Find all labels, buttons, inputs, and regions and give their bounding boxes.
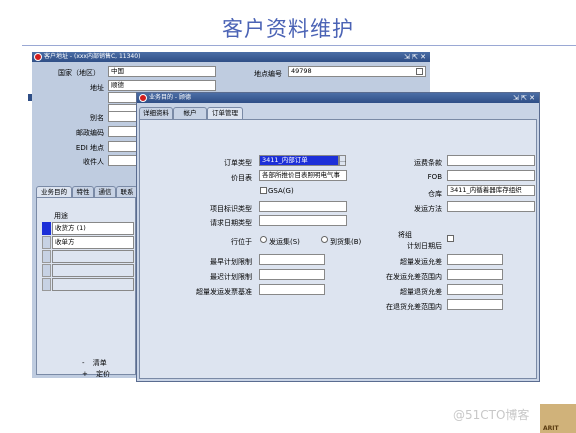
warehouse-field[interactable]: 3411_内循着器库存组织 (447, 185, 535, 196)
title-divider (22, 45, 576, 46)
freight-terms-label: 运费条款 (414, 159, 442, 167)
over-ship-invoice-basis-field[interactable] (259, 284, 325, 295)
usage-field-5[interactable] (52, 278, 134, 291)
tree-node-pricing[interactable]: + 定价 (82, 369, 110, 379)
address-field[interactable]: 顺德 (108, 80, 216, 91)
window-controls-icon[interactable]: ⇲ ⇱ ✕ (513, 93, 535, 103)
over-ship-invoice-basis-label: 超量发运发票基准 (196, 288, 252, 296)
tree-node-list[interactable]: - 清单 (82, 358, 107, 368)
price-list-field[interactable]: 各部所推价目表照明电气事 (259, 170, 347, 181)
after-schedule-date-checkbox[interactable] (447, 235, 454, 242)
latest-schedule-label: 最迟计划限制 (210, 273, 252, 281)
order-type-field[interactable]: 3411_内部订单 (259, 155, 339, 166)
freight-terms-field[interactable] (447, 155, 535, 166)
item-id-type-label: 项目标识类型 (210, 205, 252, 213)
group-label: 将组 (398, 231, 412, 239)
within-return-range-label: 在退货允差范围内 (386, 303, 442, 311)
alias-label: 别名 (90, 114, 104, 122)
over-return-tolerance-field[interactable] (447, 284, 503, 295)
usage-field-ship-to[interactable]: 收货方 (1) (52, 222, 134, 235)
window-titlebar[interactable]: 业务目的 - 顾德 ⇲ ⇱ ✕ (137, 93, 539, 103)
site-number-label: 地点编号 (254, 70, 282, 78)
usage-field-bill-to[interactable]: 收单方 (52, 236, 134, 249)
line-in-label: 行位于 (231, 238, 252, 246)
country-field[interactable]: 中国 (108, 66, 216, 77)
usage-row-selector-4[interactable] (42, 264, 51, 277)
logo-text: ARIT (543, 425, 559, 432)
usage-field-3[interactable] (52, 250, 134, 263)
country-label: 国家（地区） (58, 69, 100, 77)
address-label: 地址 (90, 84, 104, 92)
warehouse-label: 仓库 (428, 190, 442, 198)
edi-field[interactable] (108, 141, 138, 152)
item-id-type-field[interactable] (259, 201, 347, 212)
fob-label: FOB (427, 173, 442, 181)
primary-checkbox[interactable] (416, 68, 423, 75)
arrival-set-label: 到货集(B) (330, 238, 362, 246)
logo: ARIT (540, 404, 576, 433)
window-title: 业务目的 - 顾德 (149, 94, 191, 101)
tab-details[interactable]: 详细资料 (139, 107, 173, 119)
oracle-icon (34, 53, 42, 61)
usage-row-selector-3[interactable] (42, 250, 51, 263)
recipient-field[interactable] (108, 155, 138, 166)
latest-schedule-field[interactable] (259, 269, 325, 280)
ship-set-label: 发运集(S) (269, 238, 300, 246)
earliest-schedule-field[interactable] (259, 254, 325, 265)
usage-header: 用途 (54, 212, 68, 220)
within-ship-range-field[interactable] (447, 269, 503, 280)
window-titlebar[interactable]: 客户地址 - (xxx内部销售C, 11340) ⇲ ⇱ ✕ (32, 52, 430, 62)
postal-field[interactable] (108, 126, 138, 137)
tab-accounts[interactable]: 帐户 (173, 107, 207, 119)
earliest-schedule-label: 最早计划限制 (210, 258, 252, 266)
site-number-field[interactable]: 49798 (288, 66, 426, 77)
business-purpose-window: 业务目的 - 顾德 ⇲ ⇱ ✕ 详细资料 帐户 订单管理 订单类型 3411_内… (136, 92, 540, 382)
recipient-label: 收件人 (83, 158, 104, 166)
gsa-label: GSA(G) (268, 187, 294, 195)
price-list-label: 价目表 (231, 174, 252, 182)
left-edge-marker (28, 94, 32, 101)
order-type-label: 订单类型 (224, 159, 252, 167)
after-schedule-date-label: 计划日期后 (407, 242, 442, 250)
window-title: 客户地址 - (xxx内部销售C, 11340) (44, 53, 141, 60)
within-return-range-field[interactable] (447, 299, 503, 310)
request-date-type-label: 请求日期类型 (210, 219, 252, 227)
collapse-icon[interactable]: - (82, 359, 85, 367)
fob-field[interactable] (447, 170, 535, 181)
usage-row-selector-2[interactable] (42, 236, 51, 249)
alias-field[interactable] (108, 111, 138, 122)
over-ship-tolerance-label: 超量发运允差 (400, 258, 442, 266)
slide-title: 客户资料维护 (222, 17, 354, 41)
request-date-type-field[interactable] (259, 215, 347, 226)
tab-order-management[interactable]: 订单管理 (207, 107, 243, 119)
expand-icon[interactable]: + (82, 370, 88, 378)
usage-row-selector-5[interactable] (42, 278, 51, 291)
usage-row-selector[interactable] (42, 222, 51, 235)
over-return-tolerance-label: 超量退货允差 (400, 288, 442, 296)
over-ship-tolerance-field[interactable] (447, 254, 503, 265)
address-field-2[interactable] (108, 92, 138, 103)
order-type-lov-button[interactable]: … (339, 155, 346, 166)
within-ship-range-label: 在发运允差范围内 (386, 273, 442, 281)
usage-field-4[interactable] (52, 264, 134, 277)
ship-method-label: 发运方法 (414, 205, 442, 213)
arrival-set-radio[interactable] (321, 236, 328, 243)
ship-method-field[interactable] (447, 201, 535, 212)
watermark: @51CTO博客 (453, 408, 530, 422)
ship-set-radio[interactable] (260, 236, 267, 243)
gsa-checkbox[interactable] (260, 187, 267, 194)
oracle-icon (139, 94, 147, 102)
window-controls-icon[interactable]: ⇲ ⇱ ✕ (404, 52, 426, 62)
edi-label: EDI 地点 (75, 144, 104, 152)
postal-label: 邮政编码 (76, 129, 104, 137)
